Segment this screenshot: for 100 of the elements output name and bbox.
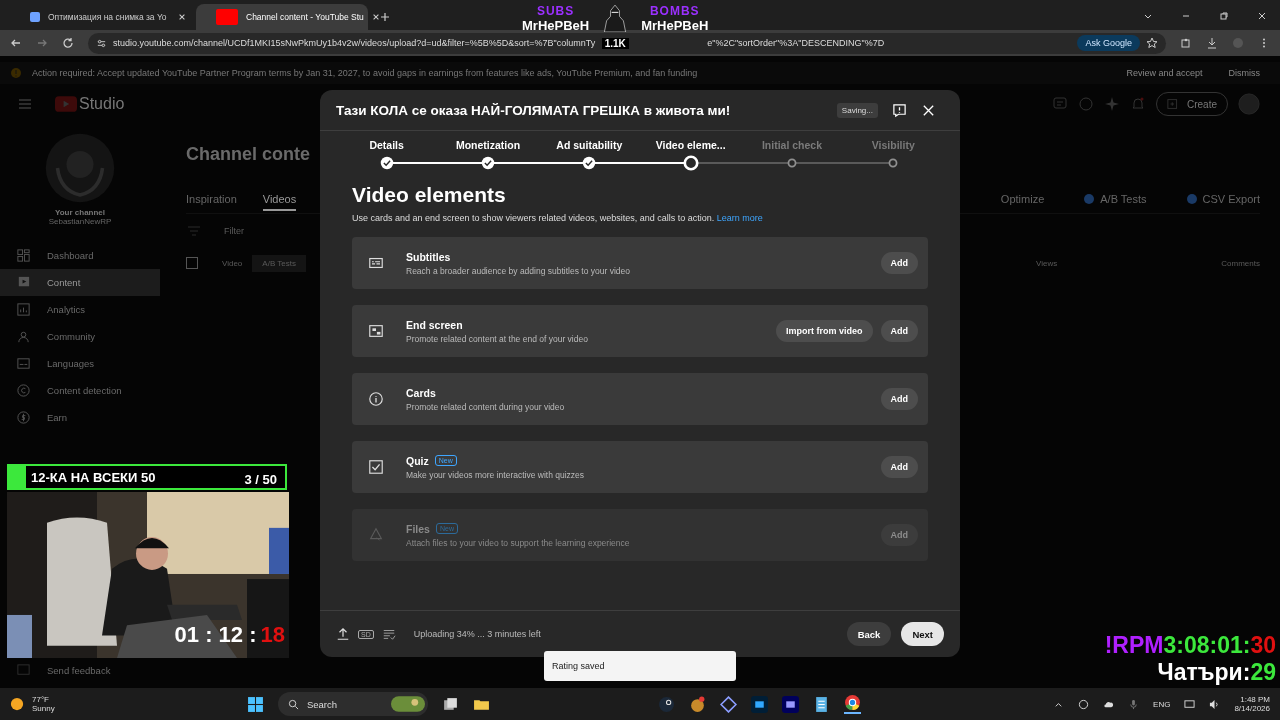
bomber-name: MrHePBeH [641,18,709,33]
nav-item[interactable]: Analytics [0,296,160,323]
premiere-icon[interactable] [781,695,799,713]
add-button[interactable]: Add [880,320,918,342]
element-description: Promote related content during your video [406,401,566,412]
puzzle-icon[interactable] [1180,37,1192,49]
subtitles-icon [368,255,384,271]
next-button[interactable]: Next [901,622,944,646]
back-icon[interactable] [10,37,22,49]
toolbar-link[interactable]: CSV Export [1186,193,1260,205]
subs-label: SUBS [536,4,575,18]
reload-icon[interactable] [62,37,74,49]
download-icon[interactable] [1206,37,1218,49]
learn-more-link[interactable]: Learn more [716,213,763,223]
element-title: Quiz [406,454,429,467]
chatters-count: 29 [1250,659,1276,686]
back-button[interactable]: Back [846,622,892,646]
sun-icon [10,697,24,711]
status-chip: Saving... [836,102,878,118]
check-icon[interactable] [378,155,395,171]
add-button[interactable]: Import from video [776,320,873,342]
nav-item[interactable]: Content detection [0,377,160,404]
step-label[interactable]: Video eleme... [655,139,726,151]
clock[interactable]: 1:48 PM 8/14/2026 [1234,695,1270,713]
forward-icon[interactable] [36,37,48,49]
counter-text: 1.1K [601,38,629,49]
rpm-timer: 3:08:01: [1163,632,1251,659]
windows-icon[interactable] [246,695,264,713]
language-indicator[interactable]: ENG [1153,699,1171,709]
nav-item[interactable]: Dashboard [0,242,160,269]
warning-icon [10,67,22,79]
channel-name: SebastianNewRP [47,217,113,226]
page-tab[interactable]: Inspiration [186,193,237,205]
dialog-title: Тази КОЛА се оказа НАЙ-ГОЛЯМАТА ГРЕШКА в живота ми! [336,102,732,118]
upload-icon [336,627,350,641]
banner-text: Action required: Accept updated YouTube Partner Program terms by Jan 31, 2027, to avoid gaps in earnings from features like ads, YouTube Premium, and fan funding [32,68,698,78]
check-icon[interactable] [581,155,598,171]
info-icon [368,391,384,407]
checkbox-icon [368,459,384,475]
diamond-icon[interactable] [719,695,737,713]
add-button[interactable]: Add [880,388,918,410]
new-tab-icon[interactable] [380,12,390,22]
taskbar-search[interactable]: Search [277,692,428,716]
people-icon [16,329,31,344]
app-tray-icon[interactable] [1078,698,1090,710]
element-description: Promote related content at the end of your video [406,333,589,344]
close-icon[interactable] [1257,11,1267,21]
nav-item[interactable]: Earn [0,404,160,431]
step-label[interactable]: Details [369,139,404,151]
close-icon[interactable] [178,13,186,21]
checkbox[interactable] [186,257,198,269]
filter-field[interactable]: Filter [222,225,346,237]
landscape-icon [390,696,425,712]
add-button[interactable]: Add [880,252,918,274]
monitor-icon[interactable] [1184,698,1196,710]
add-button[interactable]: Add [880,456,918,478]
nav-item[interactable]: Community [0,323,160,350]
site-settings-icon[interactable] [96,37,107,49]
page-title: Channel conte [186,144,310,165]
rpm-label: !RPM [1104,632,1164,659]
steam-icon[interactable] [657,695,675,713]
step-label[interactable]: Monetization [455,139,521,151]
column-header: Views [1036,258,1058,268]
section-description: Use cards and an end screen to show viewers related videos, websites, and calls to action. Learn more [352,213,764,223]
toolbar-link[interactable]: Optimize [1000,193,1045,205]
dashboard-icon [16,248,31,263]
upload-status: Uploading 34% ... 3 minutes left [413,629,541,639]
step-label[interactable]: Visibility [871,139,915,151]
ask-google-button[interactable]: Ask Google [1077,35,1140,51]
chart-icon [16,302,31,317]
photoshop-icon[interactable] [750,695,768,713]
banner-button[interactable]: Review and accept [1118,68,1211,78]
browser-tab[interactable]: Оптимизация на снимка за Yo [22,4,194,30]
chatters-label: Чатъри: [1157,659,1251,686]
close-icon[interactable] [371,13,380,21]
element-description: Attach files to your video to support the learning experience [406,537,631,548]
toast: Rating saved [544,651,736,681]
app-icon[interactable] [688,695,706,713]
nav-item[interactable]: Languages [0,350,160,377]
section-heading: Video elements [352,183,506,207]
element-title: Files [406,522,430,535]
element-title: End screen [406,318,463,331]
nav-item[interactable]: Content [0,269,160,296]
restore-icon[interactable] [1219,11,1229,21]
subtitles-icon [16,356,31,371]
url-text: studio.youtube.com/channel/UCDf1MKI15sNwPkmUy1b4v2w/videos/upload?d=ud&filter=%5B%5D&sort=%7B"columnTy [113,38,596,48]
page-tab[interactable]: Videos [262,193,297,211]
speaker-icon[interactable] [1209,698,1221,710]
step-dot[interactable] [682,155,699,171]
timer-text: 01 : 12 : [174,622,257,648]
chrome-icon[interactable] [843,694,861,714]
star-icon[interactable] [1146,37,1158,49]
step-label[interactable]: Initial check [761,139,823,151]
task-view-icon[interactable] [441,695,459,713]
microphone-icon[interactable] [1128,698,1140,710]
check-icon[interactable] [480,155,496,171]
toolbar-link[interactable]: A/B Tests [1084,193,1147,205]
step-label[interactable]: Ad suitability [556,139,623,151]
send-feedback-item[interactable]: Send feedback [0,662,160,678]
banner-button[interactable]: Dismiss [1220,68,1268,78]
